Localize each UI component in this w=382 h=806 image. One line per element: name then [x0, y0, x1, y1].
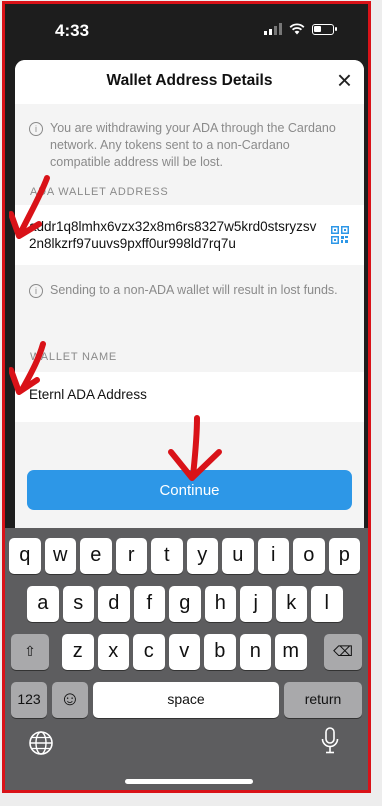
key-k[interactable]: k: [275, 586, 307, 622]
key-y[interactable]: y: [186, 538, 218, 574]
key-w[interactable]: w: [44, 538, 76, 574]
key-o[interactable]: o: [293, 538, 325, 574]
key-s[interactable]: s: [62, 586, 94, 622]
key-j[interactable]: j: [240, 586, 272, 622]
keyboard-bottom-bar: [5, 716, 368, 790]
wifi-icon: [289, 23, 305, 35]
screenshot-page: 4:33 Wallet Address Details × i You are …: [0, 0, 382, 806]
key-i[interactable]: i: [257, 538, 289, 574]
keyboard-row-4: 123 ☺ space return: [5, 682, 368, 718]
wallet-name-input[interactable]: [29, 387, 329, 402]
keyboard-row-2: asdfghjkl: [5, 586, 368, 622]
key-f[interactable]: f: [133, 586, 165, 622]
address-value: addr1q8lmhx6vzx32x8m6rs8327w5krd0stsryzs…: [29, 219, 317, 251]
key-n[interactable]: n: [239, 634, 271, 670]
wallet-name-label: WALLET NAME: [30, 351, 118, 363]
info-icon: i: [29, 284, 43, 298]
key-v[interactable]: v: [168, 634, 200, 670]
keyboard-row-3: ⇧ ⌫ zxcvbnm: [5, 634, 368, 670]
address-notice-text: Sending to a non-ADA wallet will result …: [50, 283, 338, 297]
key-p[interactable]: p: [328, 538, 360, 574]
phone-frame: 4:33 Wallet Address Details × i You are …: [2, 1, 371, 793]
withdraw-notice: i You are withdrawing your ADA through t…: [15, 112, 364, 179]
key-z[interactable]: z: [62, 634, 94, 670]
signal-icon: [264, 23, 282, 35]
clock: 4:33: [55, 21, 90, 40]
key-g[interactable]: g: [169, 586, 201, 622]
globe-icon[interactable]: [27, 729, 55, 757]
key-h[interactable]: h: [204, 586, 236, 622]
space-key[interactable]: space: [93, 682, 279, 718]
key-a[interactable]: a: [27, 586, 59, 622]
continue-button[interactable]: Continue: [27, 470, 352, 510]
home-indicator: [125, 779, 253, 784]
close-icon[interactable]: ×: [337, 66, 352, 94]
key-l[interactable]: l: [311, 586, 343, 622]
key-b[interactable]: b: [204, 634, 236, 670]
key-x[interactable]: x: [97, 634, 129, 670]
key-r[interactable]: r: [115, 538, 147, 574]
key-d[interactable]: d: [98, 586, 130, 622]
info-icon: i: [29, 122, 43, 136]
qr-code-icon[interactable]: [331, 226, 349, 244]
address-notice: i Sending to a non-ADA wallet will resul…: [15, 274, 364, 307]
shift-key[interactable]: ⇧: [11, 634, 49, 670]
wallet-name-field[interactable]: [15, 372, 364, 422]
keyboard-row-1: qwertyuiop: [5, 538, 368, 574]
key-m[interactable]: m: [275, 634, 307, 670]
emoji-key[interactable]: ☺: [52, 682, 88, 718]
numbers-key[interactable]: 123: [11, 682, 47, 718]
wallet-details-sheet: Wallet Address Details × i You are withd…: [15, 60, 364, 530]
keyboard: qwertyuiop asdfghjkl ⇧ ⌫ zxcvbnm 123 ☺ s…: [5, 528, 368, 790]
battery-icon: [312, 23, 337, 35]
key-q[interactable]: q: [9, 538, 41, 574]
address-field[interactable]: addr1q8lmhx6vzx32x8m6rs8327w5krd0stsryzs…: [15, 205, 364, 265]
microphone-icon[interactable]: [320, 726, 340, 756]
key-e[interactable]: e: [80, 538, 112, 574]
status-icons: [264, 23, 337, 35]
withdraw-notice-text: You are withdrawing your ADA through the…: [50, 121, 336, 169]
sheet-title: Wallet Address Details: [106, 72, 273, 89]
sheet-header: Wallet Address Details ×: [15, 60, 364, 104]
key-t[interactable]: t: [151, 538, 183, 574]
key-u[interactable]: u: [222, 538, 254, 574]
status-bar: 4:33: [5, 4, 368, 56]
delete-key[interactable]: ⌫: [324, 634, 362, 670]
address-label: ADA WALLET ADDRESS: [30, 186, 169, 198]
key-c[interactable]: c: [133, 634, 165, 670]
return-key[interactable]: return: [284, 682, 362, 718]
